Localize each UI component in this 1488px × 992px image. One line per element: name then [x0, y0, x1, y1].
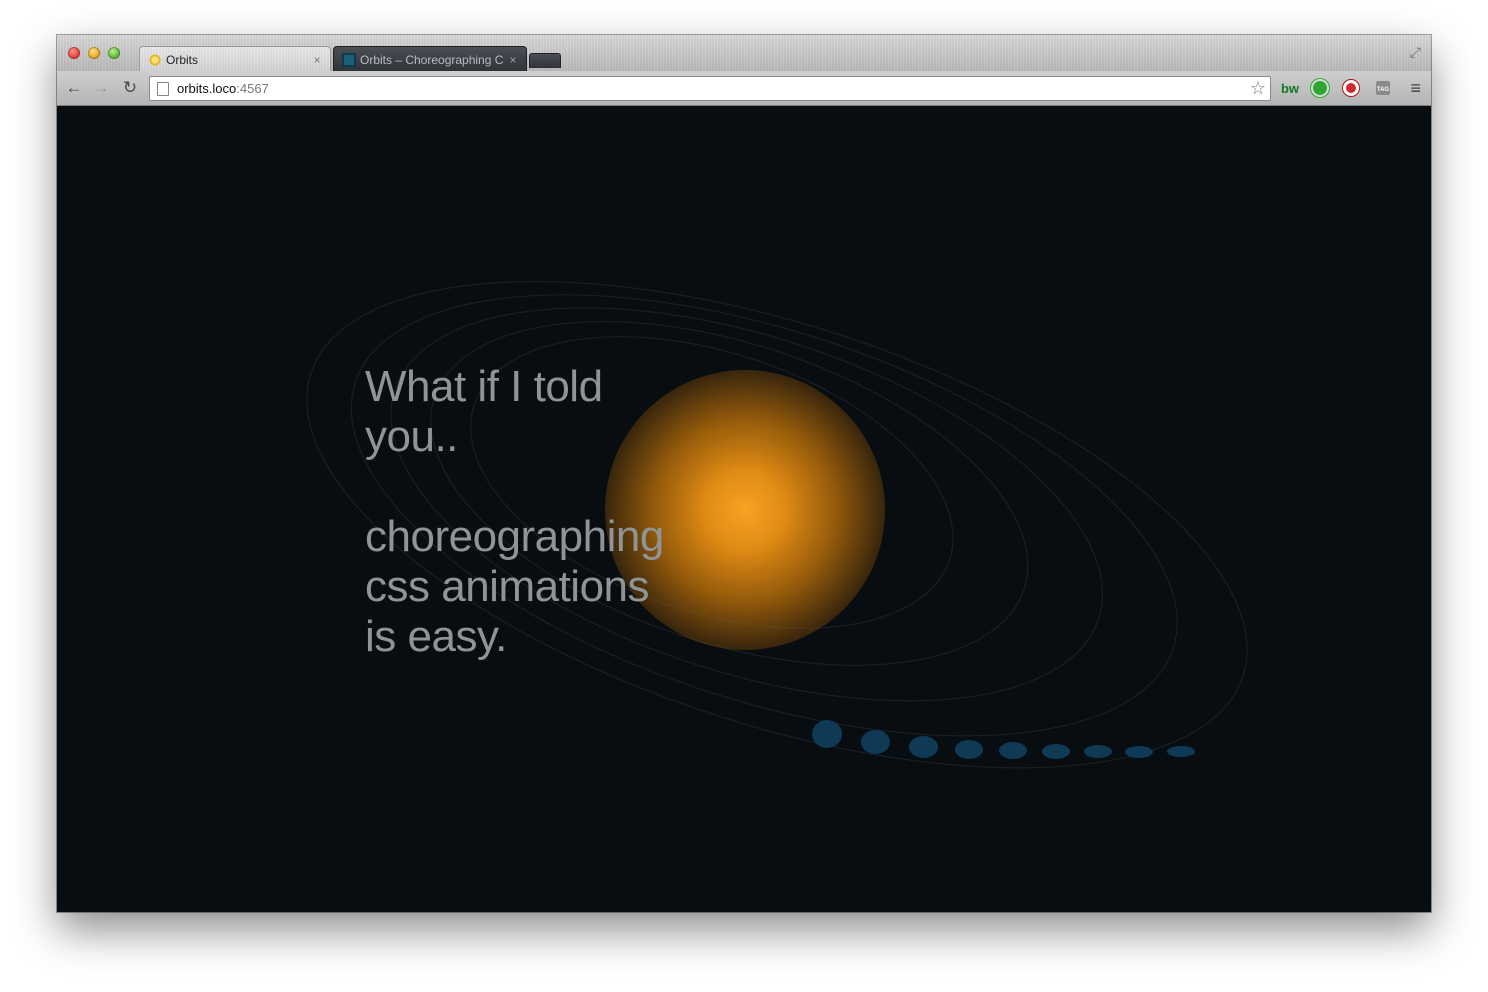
- back-icon[interactable]: ←: [64, 78, 84, 98]
- minimize-window-button[interactable]: [88, 47, 100, 59]
- planet: [1125, 746, 1153, 758]
- planet: [999, 742, 1027, 759]
- forward-icon[interactable]: →: [91, 78, 111, 98]
- headline-line: you..: [365, 412, 458, 461]
- tab-orbits-choreographing[interactable]: Orbits – Choreographing C ×: [333, 46, 527, 72]
- planet: [955, 740, 983, 759]
- tab-label: Orbits: [166, 52, 199, 67]
- url-text[interactable]: orbits.loco:4567: [177, 81, 269, 96]
- headline: What if I told you.. choreographing css …: [365, 362, 664, 662]
- url-host: orbits.loco: [177, 81, 237, 96]
- headline-line: What if I told: [365, 362, 603, 411]
- tab-orbits[interactable]: Orbits ×: [139, 46, 331, 72]
- page-icon: [157, 81, 169, 96]
- tab-label: Orbits – Choreographing C: [360, 52, 504, 67]
- browser-toolbar: ← → ↻ orbits.loco:4567 ☆ bw TAG ≡: [57, 71, 1431, 106]
- reload-icon[interactable]: ↻: [120, 78, 140, 98]
- url-port: :4567: [236, 81, 269, 96]
- planet: [1084, 745, 1112, 758]
- new-tab-button[interactable]: [529, 53, 561, 68]
- bw-extension-icon[interactable]: bw: [1279, 78, 1301, 98]
- headline-line: choreographing: [365, 512, 664, 561]
- sun-favicon-icon: [148, 52, 162, 67]
- page-content: What if I told you.. choreographing css …: [57, 106, 1431, 912]
- headline-line: is easy.: [365, 612, 507, 661]
- tab-close-icon[interactable]: ×: [310, 53, 324, 67]
- close-window-button[interactable]: [68, 47, 80, 59]
- planet: [1042, 744, 1070, 759]
- address-bar[interactable]: orbits.loco:4567 ☆: [149, 76, 1271, 101]
- tab-close-icon[interactable]: ×: [506, 53, 520, 67]
- red-extension-icon[interactable]: [1341, 78, 1361, 98]
- fullscreen-icon[interactable]: ⤢: [1410, 44, 1421, 61]
- grid-favicon-icon: [342, 52, 356, 67]
- menu-icon[interactable]: ≡: [1410, 78, 1421, 99]
- planet: [861, 730, 890, 754]
- zoom-window-button[interactable]: [108, 47, 120, 59]
- green-extension-icon[interactable]: [1311, 78, 1329, 98]
- browser-window: Orbits × Orbits – Choreographing C × ⤢ ←…: [57, 35, 1431, 912]
- bookmark-star-icon[interactable]: ☆: [1250, 78, 1266, 99]
- tag-extension-icon[interactable]: TAG: [1373, 78, 1393, 98]
- planet: [909, 736, 938, 758]
- headline-line: css animations: [365, 562, 650, 611]
- title-bar: Orbits × Orbits – Choreographing C × ⤢: [57, 35, 1431, 72]
- planet: [812, 720, 842, 748]
- planet: [1167, 746, 1195, 757]
